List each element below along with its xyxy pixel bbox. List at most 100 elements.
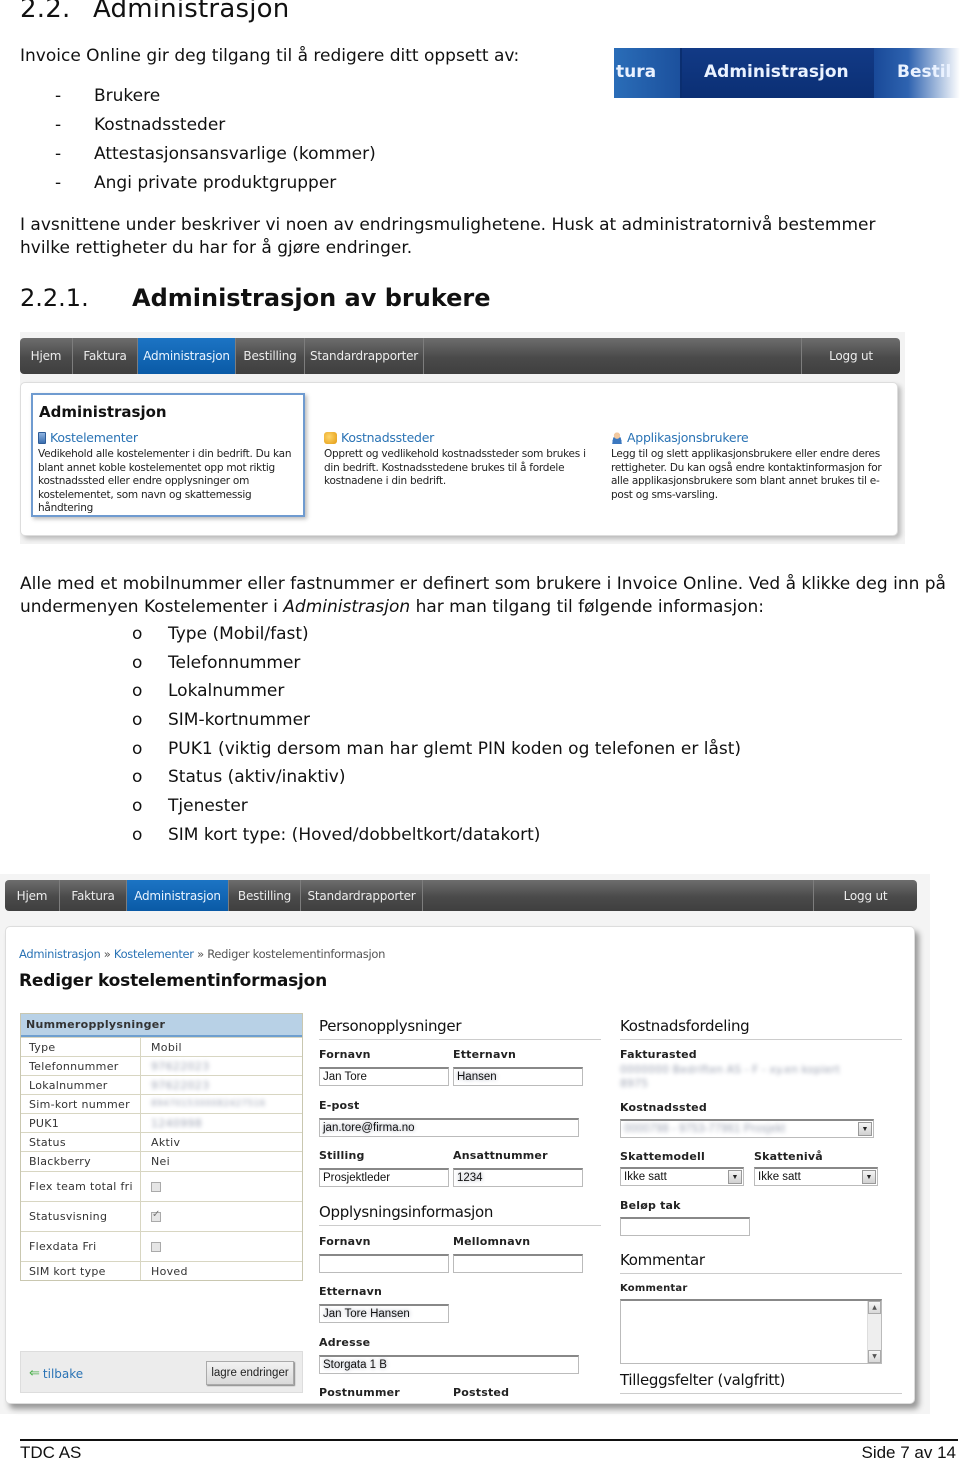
- coins-icon: [324, 431, 337, 444]
- flex-team-checkbox[interactable]: [151, 1181, 161, 1192]
- skattemodell-select[interactable]: Ikke satt ▼: [620, 1167, 744, 1186]
- card-kostelementer: Kostelementer Vedikehold alle kostelemen…: [38, 430, 292, 515]
- breadcrumb-kostelementer[interactable]: Kostelementer: [114, 947, 194, 961]
- table-row: Flex team total fri: [21, 1171, 302, 1201]
- admin-overview-screenshot: Hjem Faktura Administrasjon Bestilling S…: [20, 332, 905, 544]
- scroll-up-icon[interactable]: ▲: [868, 1301, 881, 1314]
- main-nav: Hjem Faktura Administrasjon Bestilling S…: [20, 338, 900, 374]
- dropdown-arrow-icon: ▼: [858, 1122, 872, 1136]
- footer-company: TDC AS: [20, 1443, 82, 1462]
- person-heading: Personopplysninger: [319, 1017, 601, 1040]
- breadcrumb: Administrasjon » Kostelementer » Rediger…: [19, 947, 386, 961]
- subsection-number: 2.2.1.: [20, 284, 89, 312]
- table-row: Blackberry Nei: [21, 1151, 302, 1171]
- list-item: o Tjenester: [132, 796, 248, 817]
- list-item: o SIM-kortnummer: [132, 710, 311, 731]
- card-kostnadssteder: Kostnadssteder Opprett og vedlikehold ko…: [324, 430, 586, 488]
- nav-tab-hjem[interactable]: Hjem: [20, 338, 73, 374]
- nav-tab-standardrapporter[interactable]: Standardrapporter: [301, 880, 423, 911]
- kostnadssteder-link[interactable]: Kostnadssteder: [341, 431, 434, 445]
- teaser-tab-administrasjon: Administrasjon: [704, 62, 849, 82]
- fakturasted-value: 0000000 Bedriften AS - F - xy.en kopiert…: [620, 1063, 840, 1090]
- nav-tab-hjem[interactable]: Hjem: [5, 880, 60, 911]
- breadcrumb-current: Rediger kostelementinformasjon: [207, 947, 386, 961]
- scroll-down-icon[interactable]: ▼: [868, 1350, 881, 1363]
- nav-tab-faktura[interactable]: Faktura: [73, 338, 138, 374]
- table-row: Status Aktiv: [21, 1132, 302, 1151]
- edit-cost-element-screenshot: Hjem Faktura Administrasjon Bestilling S…: [0, 874, 930, 1414]
- users-description: Alle med et mobilnummer eller fastnummer…: [20, 574, 946, 617]
- table-row: Statusvisning: [21, 1201, 302, 1231]
- page-title: Rediger kostelementinformasjon: [19, 971, 328, 991]
- kostnadssted-select[interactable]: 0000798 - 9753-77961 Prosjekt ▼: [620, 1119, 874, 1138]
- back-link[interactable]: ⇐ tilbake: [29, 1366, 83, 1381]
- table-row: Sim-kort nummer 8947015300082427516: [21, 1094, 302, 1113]
- feature-list: - Brukere - Kostnadssteder - Attestasjonsan…: [55, 86, 376, 202]
- number-info-table: Nummeropplysninger Type Mobil Telefonnumm…: [20, 1013, 303, 1281]
- subsection-heading: 2.2.1. Administrasjon av brukere: [20, 284, 491, 312]
- dropdown-arrow-icon: ▼: [728, 1170, 742, 1184]
- ansattnummer-input[interactable]: 1234: [453, 1168, 583, 1187]
- skatteniva-select[interactable]: Ikke satt ▼: [754, 1167, 878, 1186]
- logout-button[interactable]: Logg ut: [814, 880, 917, 911]
- teaser-tab-bestilling: Bestil: [897, 62, 952, 82]
- belop-tak-input[interactable]: [620, 1217, 750, 1236]
- list-item: o Telefonnummer: [132, 652, 301, 673]
- info-fornavn-input[interactable]: [319, 1254, 449, 1273]
- fornavn-input[interactable]: Jan Tore: [319, 1067, 449, 1086]
- table-header: Nummeropplysninger: [21, 1014, 302, 1037]
- info-heading: Opplysningsinformasjon: [319, 1203, 601, 1226]
- cost-heading: Kostnadsfordeling: [620, 1017, 902, 1040]
- dropdown-arrow-icon: ▼: [862, 1170, 876, 1184]
- comment-textarea[interactable]: ▲ ▼: [620, 1299, 882, 1364]
- section-title: Administrasjon: [93, 0, 290, 24]
- nav-tab-administrasjon[interactable]: Administrasjon: [127, 880, 229, 911]
- adresse-input[interactable]: Storgata 1 B: [319, 1355, 579, 1374]
- etternavn-input[interactable]: Hansen: [453, 1067, 583, 1086]
- table-row: Telefonnummer 97622023: [21, 1056, 302, 1075]
- nav-tab-administrasjon[interactable]: Administrasjon: [138, 338, 236, 374]
- table-row: PUK1 1240998: [21, 1113, 302, 1132]
- action-bar: ⇐ tilbake lagre endringer: [20, 1351, 303, 1393]
- table-row: Flexdata Fri: [21, 1231, 302, 1261]
- intro-text: Invoice Online gir deg tilgang til å red…: [20, 46, 520, 66]
- list-item: o SIM kort type: (Hoved/dobbeltkort/datak…: [132, 824, 541, 845]
- admin-panel: Administrasjon Kostelementer Vedikehold …: [20, 382, 898, 536]
- admin-box-title: Administrasjon: [39, 403, 167, 421]
- nav-tab-bestilling[interactable]: Bestilling: [229, 880, 301, 911]
- save-changes-button[interactable]: lagre endringer: [206, 1361, 294, 1385]
- mellomnavn-input[interactable]: [453, 1254, 583, 1273]
- extra-fields-heading: Tilleggsfelter (valgfritt): [620, 1371, 902, 1394]
- kostelementer-link[interactable]: Kostelementer: [50, 431, 138, 445]
- card-applikasjonsbrukere: Applikasjonsbrukere Legg til og slett ap…: [611, 430, 882, 501]
- section-heading: 2.2. Administrasjon: [20, 0, 289, 24]
- menu-teaser-image: tura Administrasjon Bestil: [614, 48, 960, 98]
- list-item: - Kostnadssteder: [55, 115, 226, 135]
- edit-panel: Administrasjon » Kostelementer » Rediger…: [5, 926, 915, 1404]
- logout-button[interactable]: Logg ut: [802, 338, 900, 374]
- section-number: 2.2.: [20, 0, 71, 24]
- textarea-scrollbar[interactable]: ▲ ▼: [867, 1301, 881, 1363]
- table-row: Type Mobil: [21, 1037, 302, 1056]
- table-row: Lokalnummer 97622023: [21, 1075, 302, 1094]
- flexdata-checkbox[interactable]: [151, 1241, 161, 1252]
- list-item: o Type (Mobil/fast): [132, 624, 309, 644]
- list-item: - Angi private produktgrupper: [55, 173, 337, 193]
- phone-icon: [38, 431, 46, 444]
- nav-tab-faktura[interactable]: Faktura: [60, 880, 127, 911]
- epost-input[interactable]: jan.tore@firma.no: [319, 1118, 579, 1137]
- info-etternavn-input[interactable]: Jan Tore Hansen: [319, 1304, 449, 1323]
- breadcrumb-administrasjon[interactable]: Administrasjon: [19, 947, 101, 961]
- nav-tab-bestilling[interactable]: Bestilling: [236, 338, 305, 374]
- back-arrow-icon: ⇐: [29, 1366, 40, 1381]
- teaser-tab-faktura: tura: [616, 62, 657, 82]
- nav-tab-standardrapporter[interactable]: Standardrapporter: [305, 338, 424, 374]
- footer-divider: [20, 1439, 958, 1441]
- user-icon: [611, 431, 623, 444]
- stilling-input[interactable]: Prosjektleder: [319, 1168, 449, 1187]
- footer-page-number: Side 7 av 14: [861, 1443, 956, 1462]
- applikasjonsbrukere-link[interactable]: Applikasjonsbrukere: [627, 431, 749, 445]
- subsection-title: Administrasjon av brukere: [132, 284, 491, 312]
- list-item: - Attestasjonsansvarlige (kommer): [55, 144, 376, 164]
- statusvisning-checkbox[interactable]: [151, 1209, 161, 1222]
